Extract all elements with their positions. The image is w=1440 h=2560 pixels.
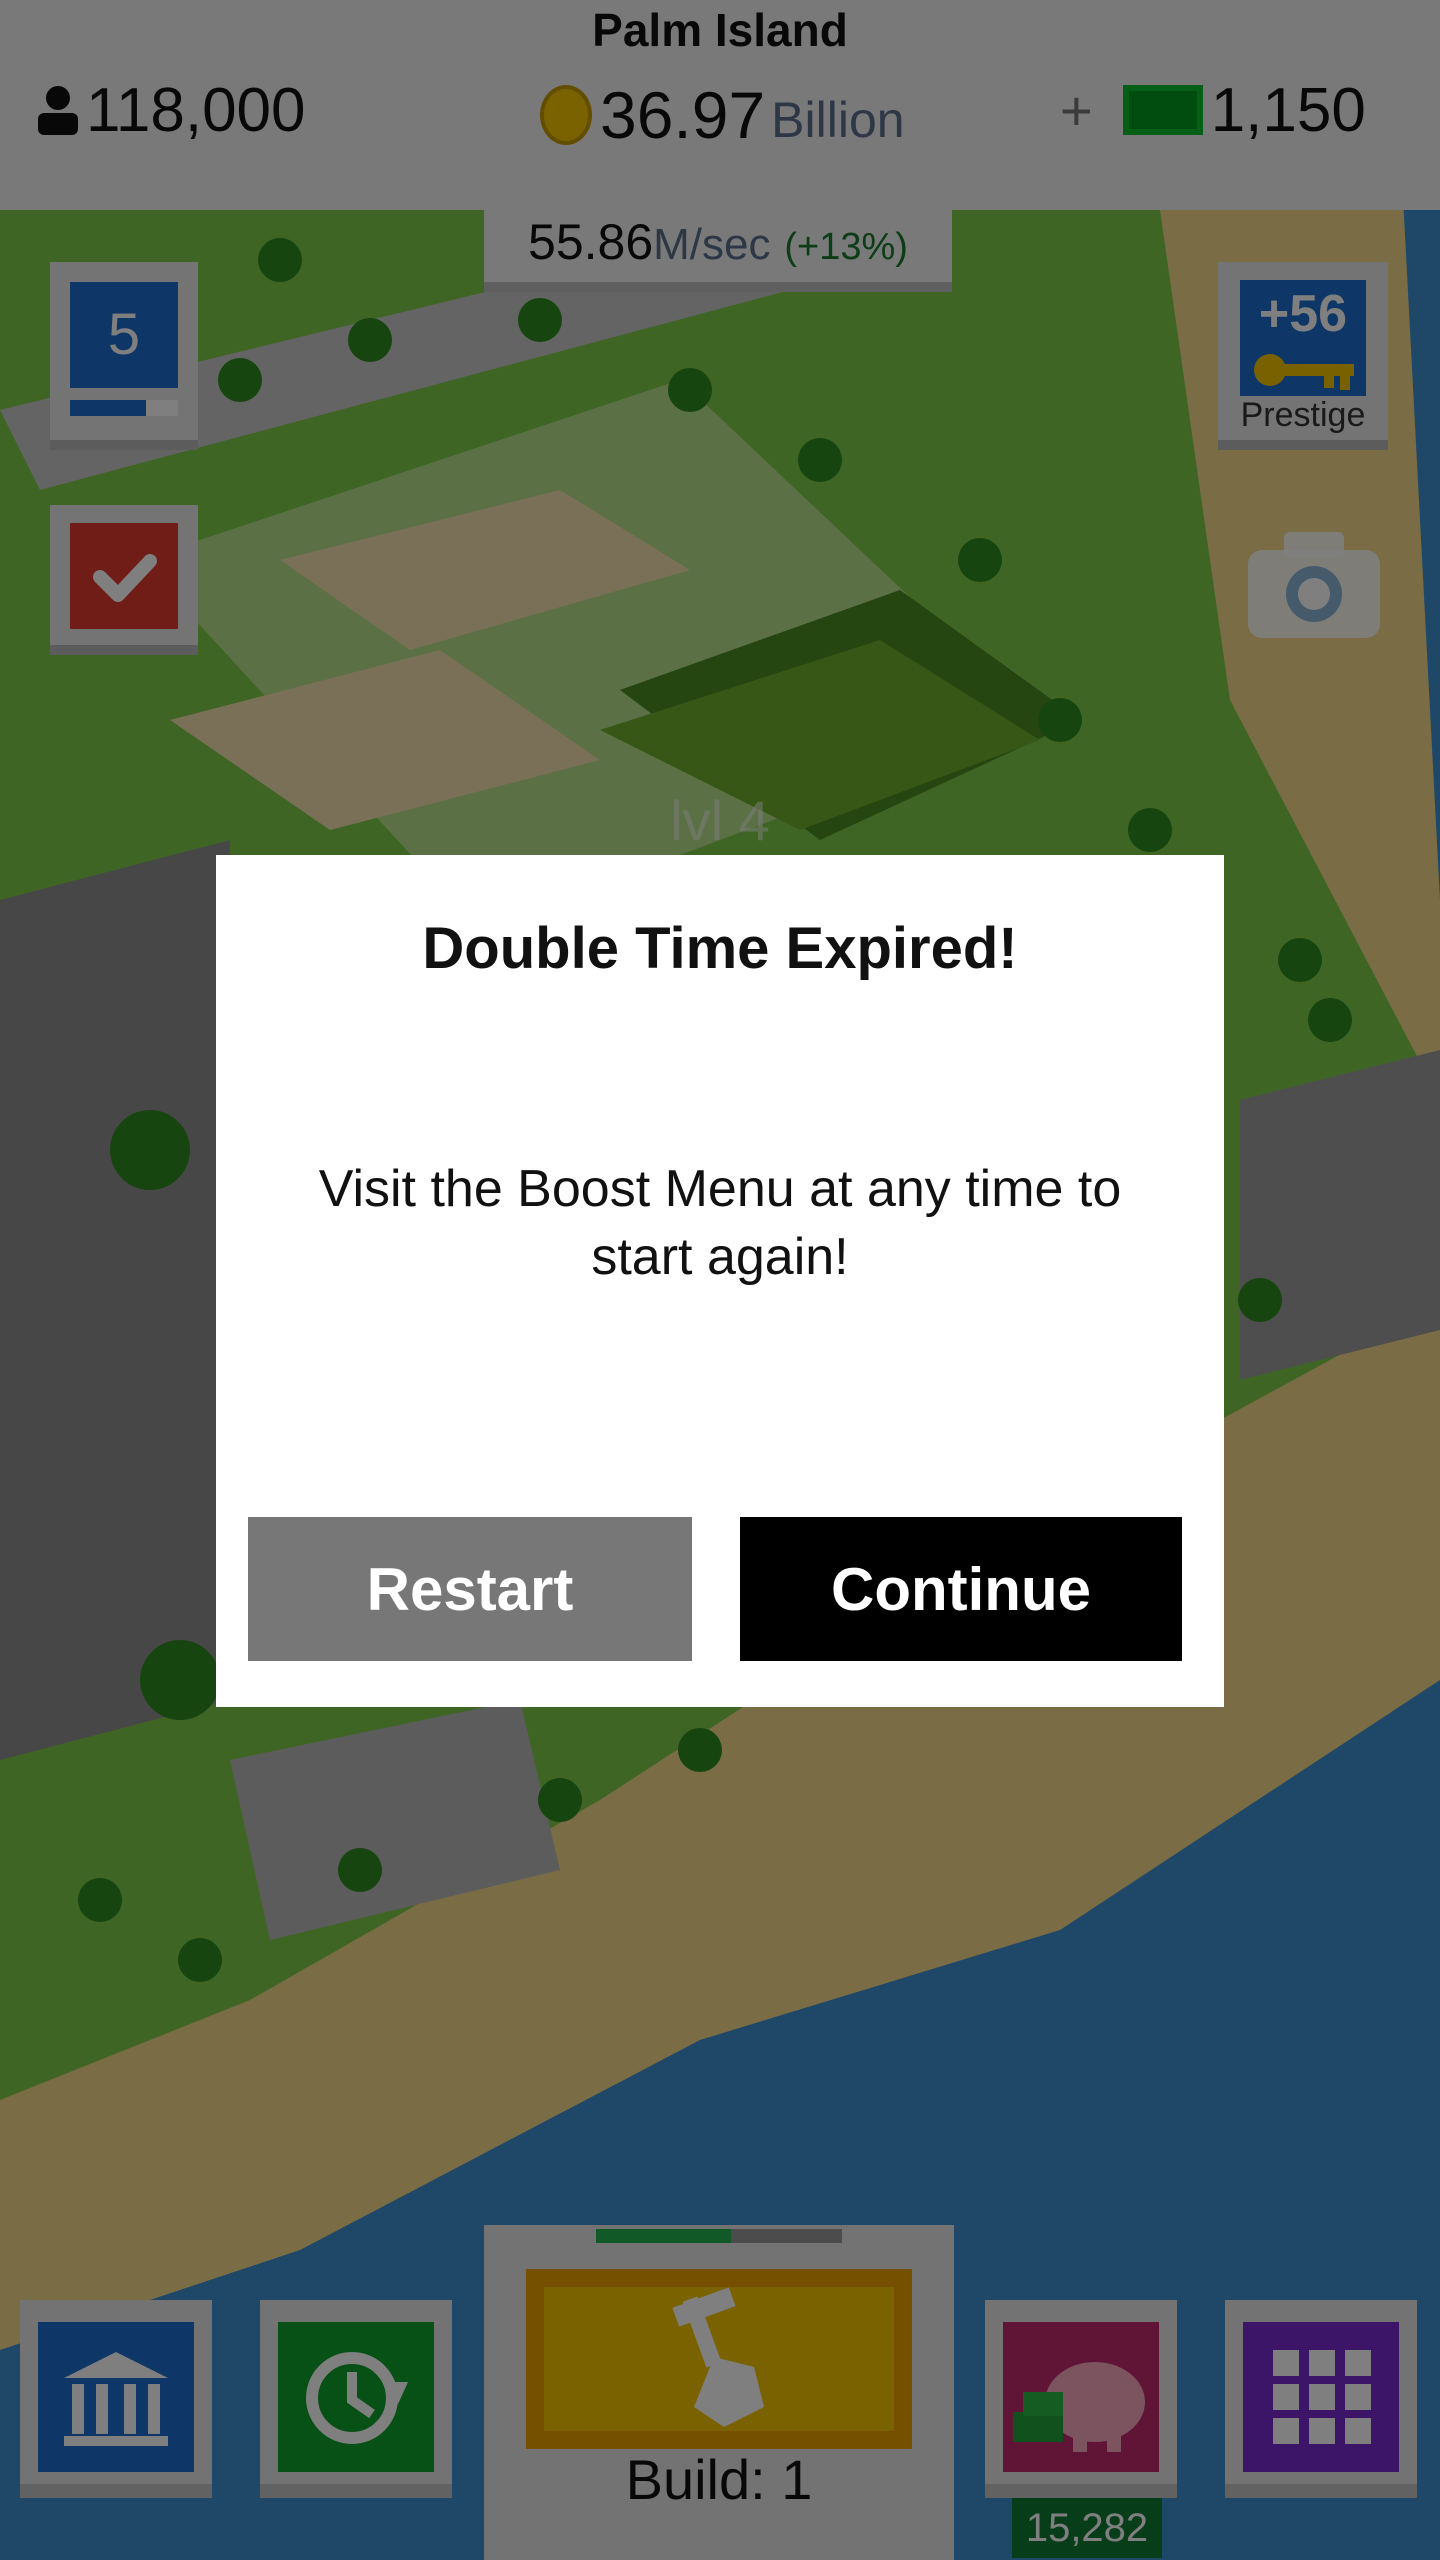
continue-button[interactable]: Continue (740, 1517, 1182, 1661)
dialog-title: Double Time Expired! (422, 916, 1018, 981)
dialog-message: Visit the Boost Menu at any time to star… (318, 1160, 1122, 1286)
restart-button[interactable]: Restart (248, 1517, 692, 1661)
double-time-expired-dialog: Double Time Expired! Visit the Boost Men… (216, 855, 1224, 1707)
